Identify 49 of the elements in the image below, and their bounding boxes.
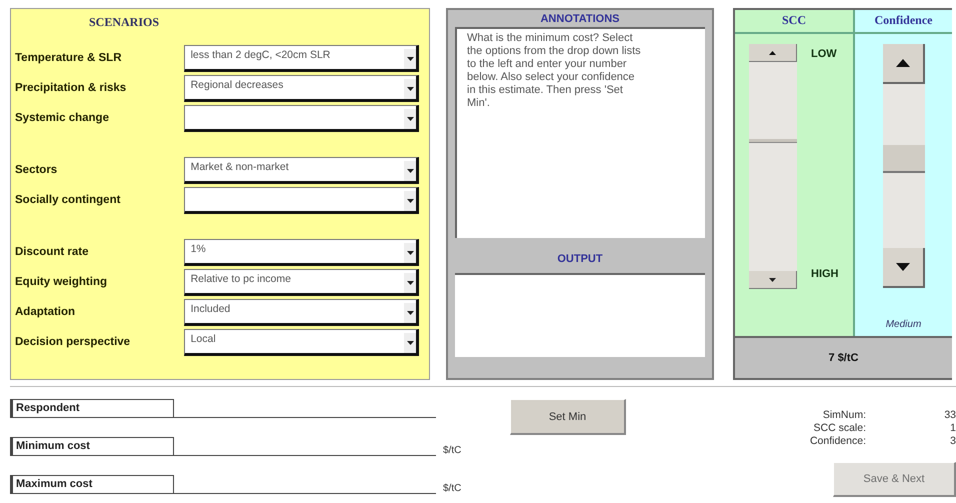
column-header: Confidence — [855, 10, 952, 34]
field-label: Discount rate — [15, 246, 90, 258]
stat-value: 3 — [949, 435, 956, 448]
dropdown-arrow-icon — [406, 86, 414, 90]
field-label: Socially contingent — [15, 194, 122, 206]
annotation-text: What is the minimum cost? Select the options from the drop down lists to the left and enter your number below. Also select your confidence in this estimate. Then press 'Set Min'. — [455, 27, 705, 238]
scale-label: HIGH — [811, 268, 838, 280]
dropdown-field[interactable]: less than 2 degC, <20cm SLR — [184, 44, 419, 72]
field-label: Sectors — [15, 164, 58, 176]
dropdown-field[interactable]: Included — [184, 298, 419, 326]
input-label: Respondent — [10, 399, 174, 418]
dropdown-arrow-icon — [406, 168, 414, 172]
field-label: Equity weighting — [15, 276, 108, 288]
panel-title: SCENARIOS — [89, 15, 160, 30]
dropdown-field[interactable]: Local — [184, 328, 419, 356]
dropdown-arrow-icon — [406, 198, 414, 202]
field-label: Temperature & SLR — [15, 52, 123, 64]
field-label: Decision perspective — [15, 336, 132, 348]
column-header: SCC — [735, 10, 853, 34]
dropdown-field[interactable] — [184, 104, 419, 132]
stat-label: Confidence: — [808, 435, 866, 448]
input-label: Maximum cost — [10, 475, 174, 494]
dropdown-field[interactable]: 1% — [184, 238, 419, 266]
dropdown-arrow-icon — [406, 310, 414, 314]
result-value: 7 $/tC — [735, 336, 952, 378]
dropdown-arrow-icon — [406, 340, 414, 344]
set-min-button[interactable]: Set Min — [510, 399, 626, 435]
dropdown-field[interactable]: Regional decreases — [184, 74, 419, 102]
scale-label: LOW — [811, 48, 838, 60]
input-label: Minimum cost — [10, 437, 174, 456]
stat-value: 1 — [949, 422, 956, 435]
stat-label: SimNum: — [822, 409, 866, 422]
dropdown-arrow-icon — [406, 116, 414, 120]
dropdown-arrow-icon — [406, 280, 414, 284]
dropdown-field[interactable]: Relative to pc income — [184, 268, 419, 296]
panel-title: ANNOTATIONS — [540, 12, 620, 27]
field-label: Systemic change — [15, 112, 110, 124]
dropdown-field[interactable] — [184, 186, 419, 214]
dropdown-arrow-icon — [406, 250, 414, 254]
stat-value: 33 — [943, 409, 956, 422]
field-label: Precipitation & risks — [15, 82, 128, 94]
field-label: Adaptation — [15, 306, 76, 318]
dropdown-field[interactable]: Market & non-market — [184, 156, 419, 184]
unit-label: $/tC — [443, 445, 462, 456]
dropdown-arrow-icon — [406, 56, 414, 60]
stat-label: SCC scale: — [812, 422, 866, 435]
confidence-reading: Medium — [886, 319, 922, 330]
panel-title: OUTPUT — [557, 252, 603, 267]
unit-label: $/tC — [443, 483, 462, 494]
